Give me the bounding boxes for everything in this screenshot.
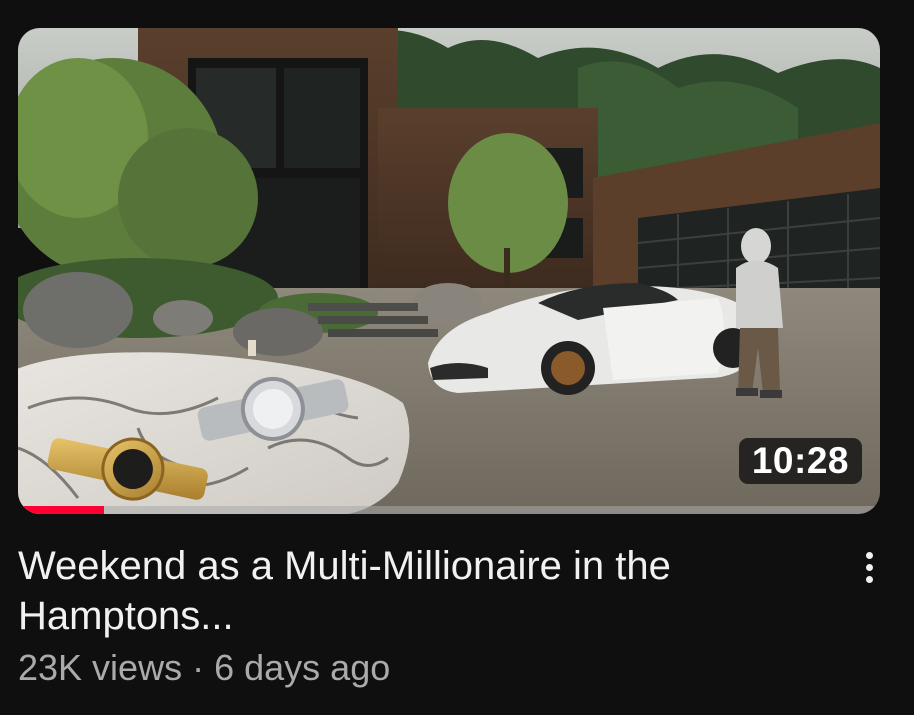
more-vert-icon[interactable] — [852, 545, 886, 589]
duration-badge: 10:28 — [738, 438, 862, 484]
view-count: 23K views — [18, 647, 183, 688]
video-title[interactable]: Weekend as a Multi-Millionaire in the Ha… — [18, 541, 808, 641]
menu-dot — [865, 551, 873, 559]
menu-dot — [865, 563, 873, 571]
watch-progress-fill — [18, 506, 105, 514]
upload-age: 6 days ago — [214, 647, 391, 688]
watch-progress-bar — [18, 506, 880, 514]
meta-separator: · — [192, 647, 205, 688]
video-thumbnail[interactable]: 10:28 — [18, 28, 880, 514]
video-metadata: 23K views · 6 days ago — [18, 644, 390, 692]
video-card: 10:28 Weekend as a Multi-Millionaire in … — [0, 0, 914, 715]
menu-dot — [865, 575, 873, 583]
